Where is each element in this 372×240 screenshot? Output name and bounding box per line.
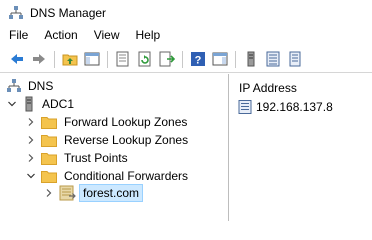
show-hide-console-tree-icon[interactable] — [84, 51, 100, 67]
tree-node-forward-lookup-zones[interactable]: Forward Lookup Zones — [26, 113, 189, 131]
tree-label-adc1: ADC1 — [42, 97, 75, 111]
forward-icon[interactable] — [31, 51, 47, 67]
svg-text:?: ? — [195, 55, 202, 67]
chevron-down-icon[interactable] — [26, 171, 36, 181]
tree-label-trust-points: Trust Points — [64, 151, 128, 165]
toolbar-separator — [107, 50, 108, 68]
tree-label-conditional-forwarders: Conditional Forwarders — [64, 169, 189, 183]
help-icon[interactable]: ? — [190, 51, 206, 67]
dns-icon — [7, 79, 21, 92]
toolbar-separator — [235, 50, 236, 68]
tree-node-dns[interactable]: DNS — [6, 77, 55, 95]
toolbar-separator — [182, 50, 183, 68]
menu-help[interactable]: Help — [128, 25, 169, 45]
record-icon[interactable] — [287, 51, 303, 67]
show-hide-action-pane-icon[interactable] — [212, 51, 228, 67]
window-title: DNS Manager — [30, 5, 107, 20]
dns-manager-icon — [9, 5, 23, 19]
up-folder-icon[interactable] — [62, 51, 78, 67]
list-item-ip: 192.168.137.8 — [256, 100, 333, 114]
refresh-icon[interactable] — [137, 51, 153, 67]
server-icon — [25, 96, 33, 112]
title-bar: DNS Manager — [0, 0, 372, 25]
server-icon[interactable] — [243, 51, 259, 67]
export-list-icon[interactable] — [159, 51, 175, 67]
tree-node-forest-com[interactable]: forest.com — [44, 184, 144, 202]
zone-icon[interactable] — [265, 51, 281, 67]
tree-node-adc1[interactable]: ADC1 — [7, 95, 76, 113]
menu-bar: File Action View Help — [0, 25, 372, 45]
console-tree: DNS ADC1 Forward Lookup Zones Reverse Lo… — [0, 74, 229, 221]
tree-node-reverse-lookup-zones[interactable]: Reverse Lookup Zones — [26, 131, 190, 149]
tree-node-trust-points[interactable]: Trust Points — [26, 149, 130, 167]
tree-label-forward-lookup-zones: Forward Lookup Zones — [64, 115, 188, 129]
toolbar: ? — [0, 46, 372, 73]
menu-file[interactable]: File — [0, 25, 36, 45]
tree-node-conditional-forwarders[interactable]: Conditional Forwarders — [26, 167, 190, 185]
menu-action[interactable]: Action — [36, 25, 85, 45]
tree-label-reverse-lookup-zones: Reverse Lookup Zones — [64, 133, 189, 147]
toolbar-separator — [54, 50, 55, 68]
folder-icon — [41, 134, 57, 147]
chevron-right-icon[interactable] — [26, 117, 36, 127]
back-icon[interactable] — [9, 51, 25, 67]
folder-icon — [41, 116, 57, 129]
column-header-ip-address[interactable]: IP Address — [239, 81, 297, 95]
folder-icon — [41, 152, 57, 165]
properties-icon[interactable] — [115, 51, 131, 67]
chevron-right-icon[interactable] — [44, 188, 54, 198]
tree-label-forest-com: forest.com — [79, 184, 144, 202]
chevron-right-icon[interactable] — [26, 153, 36, 163]
chevron-down-icon[interactable] — [7, 99, 17, 109]
tree-label-dns: DNS — [28, 79, 54, 93]
chevron-right-icon[interactable] — [26, 135, 36, 145]
forwarder-zone-icon — [59, 185, 76, 201]
folder-open-icon — [41, 170, 57, 183]
menu-view[interactable]: View — [86, 25, 128, 45]
details-pane: IP Address 192.168.137.8 — [230, 74, 372, 221]
record-icon — [238, 100, 252, 114]
list-item[interactable]: 192.168.137.8 — [238, 100, 333, 114]
